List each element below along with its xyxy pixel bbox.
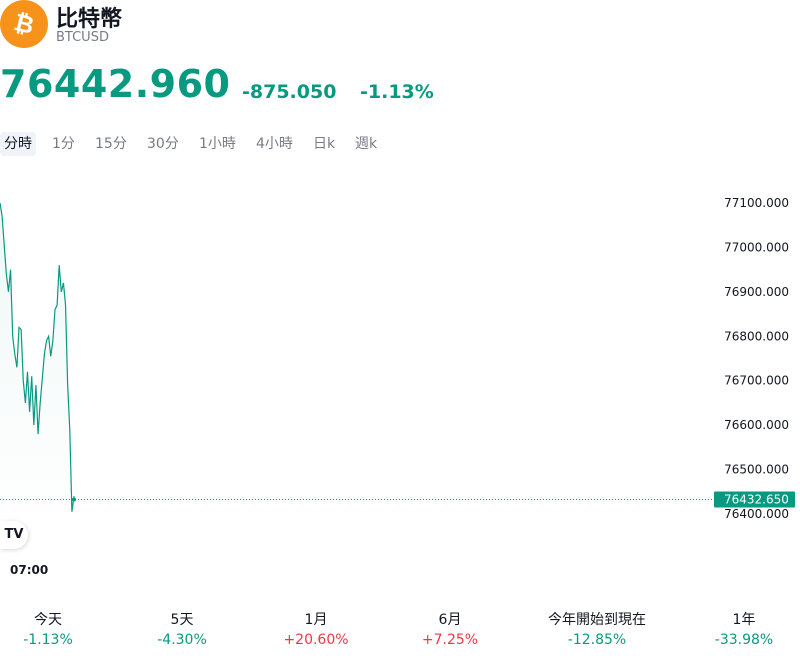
period-ytd[interactable]: 今年開始到現在 -12.85% — [537, 610, 657, 650]
y-tick-label: 76700.000 — [724, 374, 789, 388]
x-tick-label: 07:00 — [10, 563, 48, 577]
interval-tabs: 分時 1分 15分 30分 1小時 4小時 日k 週k — [0, 132, 600, 156]
period-value: -1.13% — [23, 632, 73, 648]
tab-daily[interactable]: 日k — [309, 132, 339, 156]
period-1m[interactable]: 1月 +20.60% — [256, 610, 376, 650]
y-tick-label: 77000.000 — [724, 240, 789, 254]
period-today[interactable]: 今天 -1.13% — [0, 610, 108, 650]
period-label: 今年開始到現在 — [548, 612, 646, 628]
price-row: 76442.960 -875.050 -1.13% — [0, 62, 600, 110]
performance-periods: 今天 -1.13% 5天 -4.30% 1月 +20.60% 6月 +7.25%… — [0, 610, 800, 650]
period-label: 1月 — [304, 612, 328, 628]
period-label: 今天 — [34, 612, 62, 628]
last-price: 76442.960 — [0, 62, 231, 106]
symbol-ticker: BTCUSD — [56, 30, 109, 45]
period-value: +20.60% — [283, 632, 349, 648]
period-label: 1年 — [732, 612, 756, 628]
svg-text:₿: ₿ — [11, 9, 37, 39]
price-area — [0, 203, 74, 525]
period-label: 6月 — [438, 612, 462, 628]
y-tick-label: 76800.000 — [724, 329, 789, 343]
tab-1hour[interactable]: 1小時 — [195, 132, 240, 156]
period-value: -4.30% — [157, 632, 207, 648]
tab-4hour[interactable]: 4小時 — [252, 132, 297, 156]
period-value: -33.98% — [714, 632, 774, 648]
y-tick-label: 76600.000 — [724, 418, 789, 432]
period-value: +7.25% — [421, 632, 479, 648]
tab-1min[interactable]: 1分 — [48, 132, 79, 156]
symbol-name: 比特幣 — [56, 7, 123, 32]
period-value: -12.85% — [567, 632, 627, 648]
y-tick-label: 76900.000 — [724, 285, 789, 299]
tab-30min[interactable]: 30分 — [143, 132, 183, 156]
tradingview-logo[interactable]: TV — [0, 521, 28, 549]
bitcoin-icon: ₿ — [0, 0, 48, 48]
last-price-marker — [72, 497, 76, 502]
price-change-percent: -1.13% — [360, 81, 434, 103]
tab-intraday[interactable]: 分時 — [0, 132, 36, 156]
period-5d[interactable]: 5天 -4.30% — [122, 610, 242, 650]
period-6m[interactable]: 6月 +7.25% — [390, 610, 510, 650]
tab-15min[interactable]: 15分 — [91, 132, 131, 156]
last-price-label: 76432.650 — [724, 493, 789, 507]
price-chart[interactable]: 77100.000 77000.000 76900.000 76800.000 7670… — [0, 160, 800, 590]
price-change: -875.050 — [242, 81, 337, 103]
period-label: 5天 — [170, 612, 194, 628]
symbol-header: ₿ 比特幣 BTCUSD — [0, 0, 400, 48]
period-1y[interactable]: 1年 -33.98% — [684, 610, 800, 650]
y-tick-label: 77100.000 — [724, 196, 789, 210]
y-tick-label: 76500.000 — [724, 463, 789, 477]
y-tick-label: 76400.000 — [724, 507, 789, 521]
tab-weekly[interactable]: 週k — [351, 132, 381, 156]
